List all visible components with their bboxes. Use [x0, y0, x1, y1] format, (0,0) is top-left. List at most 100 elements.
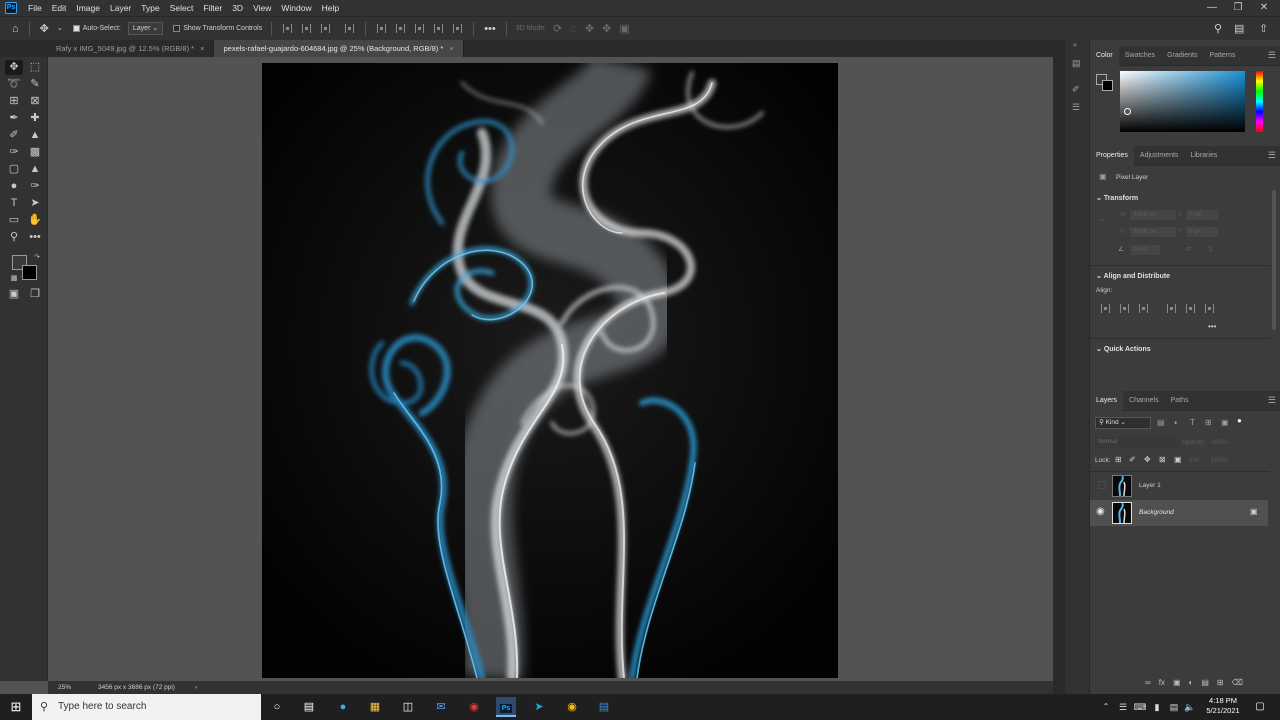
filter-adjustment-icon[interactable]: ◐ — [1174, 418, 1179, 427]
chevron-down-icon[interactable]: ⌄ — [57, 17, 63, 41]
photos-icon[interactable]: ▤ — [594, 697, 614, 717]
menu-3d[interactable]: 3D — [227, 0, 248, 16]
menu-layer[interactable]: Layer — [105, 0, 136, 16]
tab-color[interactable]: Color — [1090, 45, 1119, 66]
align-right-edges-icon[interactable] — [1139, 304, 1148, 313]
minimize-icon[interactable]: — — [1200, 0, 1224, 16]
windows-start-icon[interactable]: ⊞ — [6, 697, 26, 717]
close-tab-icon[interactable]: × — [200, 44, 204, 53]
document-canvas[interactable] — [262, 63, 838, 678]
brush-settings-icon[interactable]: ✐ — [1072, 84, 1080, 95]
tab-paths[interactable]: Paths — [1165, 391, 1195, 411]
menu-select[interactable]: Select — [165, 0, 199, 16]
more-options-icon[interactable]: ••• — [484, 17, 496, 41]
path-select-tool-icon[interactable]: ➤ — [26, 196, 44, 211]
blur-tool-icon[interactable]: ▲ — [26, 162, 44, 177]
tab-channels[interactable]: Channels — [1123, 391, 1165, 411]
menu-edit[interactable]: Edit — [47, 0, 72, 16]
background-color-swatch[interactable] — [22, 265, 37, 280]
align-right-icon[interactable] — [321, 24, 331, 33]
swap-colors-icon[interactable]: ↷ — [28, 250, 46, 265]
visibility-toggle[interactable] — [1098, 481, 1106, 489]
width-field[interactable]: 3456 px — [1130, 210, 1176, 220]
panel-menu-icon[interactable]: ☰ — [1268, 150, 1276, 161]
link-layers-icon[interactable]: ∞ — [1145, 678, 1151, 687]
move-tool-icon[interactable]: ✥ — [5, 60, 23, 75]
file-explorer-icon[interactable]: ▦ — [365, 697, 385, 717]
lock-image-icon[interactable]: ✐ — [1129, 455, 1136, 464]
marquee-tool-icon[interactable]: ⬚ — [26, 60, 44, 75]
properties-scrollbar[interactable] — [1272, 190, 1276, 330]
color-picker-field[interactable] — [1120, 71, 1245, 132]
transform-section-title[interactable]: ⌄ Transform — [1096, 194, 1138, 202]
volume-icon[interactable]: 🔈 — [1180, 697, 1200, 717]
align-center-icon[interactable] — [302, 24, 312, 33]
type-tool-icon[interactable]: T — [5, 196, 23, 211]
fill-value[interactable]: 100% — [1211, 457, 1228, 464]
layer-filter-dropdown[interactable]: ⚲ Kind ⌄ — [1095, 417, 1151, 429]
tab-layers[interactable]: Layers — [1090, 390, 1124, 411]
flip-horizontal-icon[interactable]: ⇄ — [1186, 245, 1191, 253]
background-color-swatch[interactable] — [1102, 80, 1113, 91]
angle-field[interactable]: 0.00° — [1130, 245, 1160, 255]
tab-swatches[interactable]: Swatches — [1119, 46, 1161, 66]
chrome-icon[interactable]: ◉ — [562, 697, 582, 717]
align-section-title[interactable]: ⌄ Align and Distribute — [1096, 272, 1170, 280]
adjustments-icon[interactable]: ☰ — [1072, 102, 1080, 113]
tab-patterns[interactable]: Patterns — [1203, 46, 1241, 66]
lock-position-icon[interactable]: ✥ — [1144, 455, 1151, 464]
cortana-icon[interactable]: ○ — [267, 697, 287, 717]
close-tab-icon[interactable]: × — [449, 44, 453, 53]
lasso-tool-icon[interactable]: ➰ — [5, 77, 23, 92]
layer-name[interactable]: Layer 1 — [1139, 482, 1161, 489]
tab-adjustments[interactable]: Adjustments — [1134, 146, 1185, 166]
rectangle-tool-icon[interactable]: ▭ — [5, 213, 23, 228]
notifications-icon[interactable]: ▢ — [1250, 697, 1270, 717]
hue-slider[interactable] — [1256, 71, 1263, 132]
tab-gradients[interactable]: Gradients — [1161, 46, 1203, 66]
new-group-icon[interactable]: ▤ — [1201, 678, 1209, 687]
screen-mode-icon[interactable]: ❐ — [26, 287, 44, 302]
edge-browser-icon[interactable]: ● — [333, 697, 353, 717]
color-picker-handle[interactable] — [1124, 108, 1131, 115]
align-vertical-icon[interactable] — [345, 24, 355, 33]
blend-mode-dropdown[interactable]: Normal — [1095, 437, 1177, 448]
quick-select-tool-icon[interactable]: ✎ — [26, 77, 44, 92]
taskbar-search-box[interactable]: ⚲ Type here to search — [32, 694, 261, 720]
filter-toggle-icon[interactable]: ● — [1237, 416, 1242, 425]
opacity-value[interactable]: 100% — [1211, 439, 1228, 446]
more-align-options-icon[interactable]: ••• — [1208, 322, 1216, 331]
filter-smart-object-icon[interactable]: ▣ — [1221, 418, 1229, 427]
share-icon[interactable]: ⇧ — [1259, 17, 1268, 41]
tab-document-2[interactable]: pexels-rafael-guajardo-604684.jpg @ 25% … — [214, 40, 464, 57]
chevron-right-icon[interactable]: › — [195, 681, 197, 694]
dodge-tool-icon[interactable]: ● — [5, 179, 23, 194]
frame-tool-icon[interactable]: ⊠ — [26, 94, 44, 109]
delete-layer-icon[interactable]: ⌫ — [1232, 678, 1243, 687]
flip-vertical-icon[interactable]: ⇅ — [1208, 245, 1213, 253]
add-mask-icon[interactable]: ▣ — [1173, 678, 1181, 687]
distribute-horizontal-icon[interactable] — [453, 24, 463, 33]
move-tool-icon[interactable]: ✥ — [40, 17, 49, 41]
zoom-tool-icon[interactable]: ⚲ — [5, 230, 23, 245]
telegram-icon[interactable]: ➤ — [529, 697, 549, 717]
show-transform-checkbox[interactable] — [173, 25, 181, 32]
align-horizontal-centers-icon[interactable] — [1120, 304, 1129, 313]
filter-pixel-icon[interactable]: ▤ — [1157, 418, 1165, 427]
menu-type[interactable]: Type — [136, 0, 164, 16]
height-field[interactable]: 3686 px — [1130, 227, 1176, 237]
menu-file[interactable]: File — [23, 0, 47, 16]
app-icon-red[interactable]: ◉ — [464, 697, 484, 717]
quick-actions-title[interactable]: ⌄ Quick Actions — [1096, 345, 1151, 353]
layer-row-selected[interactable]: ◉ Background ▣ — [1090, 500, 1268, 526]
home-icon[interactable]: ⌂ — [12, 17, 19, 41]
align-bottom-edges-icon[interactable] — [1205, 304, 1214, 313]
menu-view[interactable]: View — [248, 0, 276, 16]
menu-image[interactable]: Image — [71, 0, 105, 16]
lock-transparent-icon[interactable]: ⊞ — [1115, 455, 1122, 464]
mail-icon[interactable]: ✉ — [431, 697, 451, 717]
lock-all-icon[interactable]: ▣ — [1174, 455, 1182, 464]
history-brush-tool-icon[interactable]: ✑ — [5, 145, 23, 160]
align-top-edges-icon[interactable] — [1167, 304, 1176, 313]
layer-dropdown[interactable]: Layer ⌄ — [127, 22, 164, 35]
